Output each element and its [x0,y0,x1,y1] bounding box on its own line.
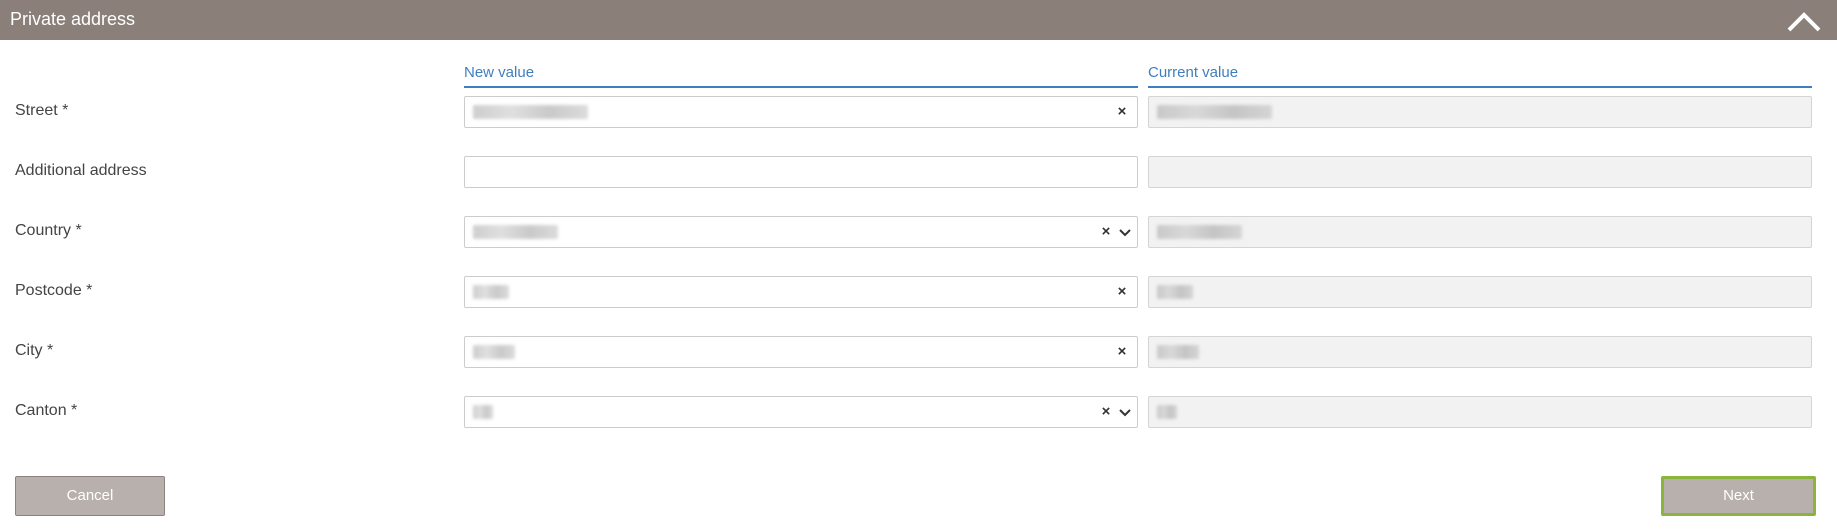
clear-x-icon[interactable]: × [1099,224,1113,239]
canton-label: Canton * [15,402,78,419]
canton-new-value [473,405,493,419]
clear-x-icon[interactable]: × [1115,104,1129,119]
city-input[interactable]: × [464,336,1138,368]
street-input[interactable]: × [464,96,1138,128]
postcode-current-value [1157,285,1193,299]
section-title: Private address [10,9,136,29]
new-value-header: New value [464,64,1138,88]
canton-select[interactable]: × [464,396,1138,428]
postcode-label: Postcode * [15,282,93,299]
street-label: Street * [15,102,69,119]
city-current-value [1157,345,1199,359]
city-new-value [473,345,515,359]
city-label: City * [15,342,54,359]
canton-current [1148,396,1812,428]
street-new-value [473,105,588,119]
country-new-value [473,225,558,239]
next-button[interactable]: Next [1661,476,1816,516]
postcode-current [1148,276,1812,308]
country-label: Country * [15,222,82,239]
postcode-new-value [473,285,509,299]
country-select[interactable]: × [464,216,1138,248]
clear-x-icon[interactable]: × [1115,284,1129,299]
chevron-down-icon[interactable] [1117,225,1133,241]
chevron-down-icon[interactable] [1117,405,1133,421]
additional-address-input[interactable] [464,156,1138,188]
additional-address-label: Additional address [15,162,147,179]
clear-x-icon[interactable]: × [1099,404,1113,419]
clear-x-icon[interactable]: × [1115,344,1129,359]
chevron-up-icon[interactable] [1785,8,1823,34]
city-current [1148,336,1812,368]
country-current-value [1157,225,1242,239]
country-current [1148,216,1812,248]
cancel-button[interactable]: Cancel [15,476,165,516]
current-value-header: Current value [1148,64,1812,88]
postcode-input[interactable]: × [464,276,1138,308]
street-current [1148,96,1812,128]
street-current-value [1157,105,1272,119]
section-header: Private address [0,0,1837,40]
canton-current-value [1157,405,1177,419]
additional-address-current [1148,156,1812,188]
